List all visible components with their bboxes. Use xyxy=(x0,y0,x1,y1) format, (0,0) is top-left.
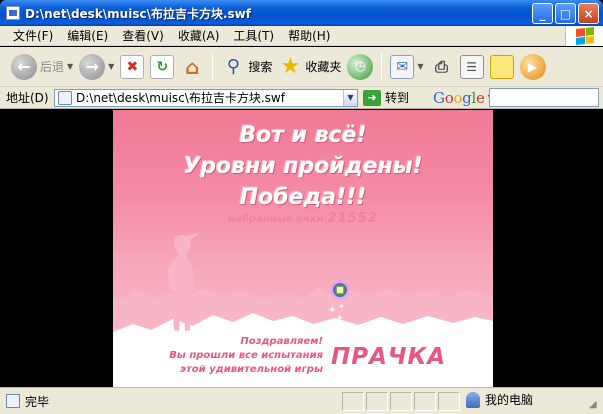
status-pane xyxy=(342,392,364,411)
google-letter: g xyxy=(462,88,472,107)
title-bar: D:\net\desk\muisc\布拉吉卡方块.swf _ □ × xyxy=(0,0,603,26)
flash-game[interactable]: ✦ ✦ ✦ Вот и всё! Уровни пройдены! Победа… xyxy=(113,110,493,387)
menu-file[interactable]: 文件(F) xyxy=(6,27,60,44)
back-arrow-icon: ← xyxy=(11,53,37,80)
minimize-button[interactable]: _ xyxy=(532,3,553,24)
congrats-line-2: Вы прошли все испытания xyxy=(169,350,323,361)
mail-button[interactable]: ✉ ▼ xyxy=(387,50,426,84)
forward-dropdown-icon[interactable]: ▼ xyxy=(108,62,114,71)
refresh-button[interactable]: ↻ xyxy=(147,50,177,84)
page-status-icon xyxy=(6,394,20,408)
menu-view[interactable]: 查看(V) xyxy=(115,27,171,44)
print-button[interactable]: ⎙ xyxy=(427,50,457,84)
score-value: 21552 xyxy=(327,211,378,226)
google-toolbar-logo[interactable]: Google ▼ xyxy=(433,88,494,107)
go-label: 转到 xyxy=(385,91,410,105)
media-play-icon: ▶ xyxy=(519,53,546,80)
score-display: набранные очки:21552 xyxy=(113,211,493,226)
home-button[interactable]: ⌂ xyxy=(177,50,207,84)
mail-icon: ✉ xyxy=(390,54,415,79)
page-icon xyxy=(58,90,72,105)
sticky-note-icon xyxy=(489,54,514,79)
favorites-button[interactable]: ★ 收藏夹 xyxy=(275,50,344,84)
search-button[interactable]: ⚲ 搜索 xyxy=(218,50,275,84)
status-pane xyxy=(414,392,436,411)
status-pane xyxy=(366,392,388,411)
resize-grip-icon[interactable]: ◢ xyxy=(589,400,601,412)
google-letter: G xyxy=(433,88,445,107)
orb-core xyxy=(335,285,345,295)
toolbar-separator xyxy=(212,52,214,81)
favorites-label: 收藏夹 xyxy=(305,60,342,74)
address-value: D:\net\desk\muisc\布拉吉卡方块.swf xyxy=(76,91,285,105)
status-panes xyxy=(342,392,460,411)
congrats-line-1: Поздравляем! xyxy=(240,336,323,347)
zone-text: 我的电脑 xyxy=(485,393,534,407)
back-label: 后退 xyxy=(40,60,65,74)
refresh-icon: ↻ xyxy=(150,54,175,79)
go-button[interactable]: ➜ 转到 xyxy=(363,89,409,106)
history-icon: ◷ xyxy=(347,53,374,80)
status-text: 完毕 xyxy=(25,394,50,409)
menu-favorites[interactable]: 收藏(A) xyxy=(171,27,227,44)
google-search-input[interactable] xyxy=(489,88,599,107)
edit-page-icon: ☰ xyxy=(459,54,484,79)
ie-page-icon xyxy=(6,6,20,20)
toolbar-separator xyxy=(381,52,383,81)
stop-button[interactable]: ✖ xyxy=(117,50,147,84)
window-controls: _ □ × xyxy=(532,3,599,24)
media-button[interactable]: ▶ xyxy=(517,50,549,84)
victory-line-2: Уровни пройдены! xyxy=(183,154,423,179)
address-input[interactable]: D:\net\desk\muisc\布拉吉卡方块.swf ▼ xyxy=(54,88,358,107)
mail-dropdown-icon[interactable]: ▼ xyxy=(417,62,423,71)
address-dropdown-icon[interactable]: ▼ xyxy=(343,89,357,106)
google-letter: o xyxy=(444,88,454,107)
forward-arrow-icon: → xyxy=(79,53,106,80)
google-letter: e xyxy=(475,88,485,107)
go-arrow-icon: ➜ xyxy=(363,89,381,106)
menu-help[interactable]: 帮助(H) xyxy=(281,27,337,44)
discuss-button[interactable] xyxy=(487,50,517,84)
address-bar: 地址(D) D:\net\desk\muisc\布拉吉卡方块.swf ▼ ➜ 转… xyxy=(0,87,603,109)
close-button[interactable]: × xyxy=(578,3,599,24)
address-label: 地址(D) xyxy=(6,91,49,105)
my-computer-icon xyxy=(466,391,480,408)
menu-tools[interactable]: 工具(T) xyxy=(226,27,281,44)
toolbar: ← 后退 ▼ → ▼ ✖ ↻ ⌂ ⚲ 搜索 ★ 收藏夹 ◷ ✉ ▼ ⎙ ☰ ▶ xyxy=(0,47,603,87)
forward-button[interactable]: → ▼ xyxy=(76,50,117,84)
favorites-star-icon: ★ xyxy=(280,54,301,79)
search-label: 搜索 xyxy=(248,60,273,74)
security-zone: 我的电脑 xyxy=(466,391,533,408)
windows-logo-icon xyxy=(565,26,603,46)
congrats-line-3: этой удивительной игры xyxy=(180,364,323,375)
window-title: D:\net\desk\muisc\布拉吉卡方块.swf xyxy=(25,6,251,21)
score-label: набранные очки: xyxy=(228,214,328,225)
sparkle: ✦ xyxy=(338,302,345,311)
back-button[interactable]: ← 后退 ▼ xyxy=(8,50,76,84)
status-pane xyxy=(438,392,460,411)
maximize-button[interactable]: □ xyxy=(555,3,576,24)
victory-line-3: Победа!!! xyxy=(239,185,367,210)
stop-icon: ✖ xyxy=(120,54,145,79)
back-dropdown-icon[interactable]: ▼ xyxy=(67,62,73,71)
victory-line-1: Вот и всё! xyxy=(239,123,367,148)
status-pane xyxy=(390,392,412,411)
sparkle: ✦ xyxy=(336,314,344,324)
edit-button[interactable]: ☰ xyxy=(457,50,487,84)
menu-bar: 文件(F) 编辑(E) 查看(V) 收藏(A) 工具(T) 帮助(H) xyxy=(0,26,603,46)
status-bar: 完毕 我的电脑 ◢ xyxy=(0,387,603,414)
printer-icon: ⎙ xyxy=(435,56,448,76)
menu-edit[interactable]: 编辑(E) xyxy=(60,27,115,44)
history-button[interactable]: ◷ xyxy=(344,50,376,84)
search-icon: ⚲ xyxy=(226,56,240,77)
brand-logo: ПРАЧКА xyxy=(331,344,447,370)
browser-content: ✦ ✦ ✦ Вот и всё! Уровни пройдены! Победа… xyxy=(0,110,603,387)
google-letter: o xyxy=(453,88,463,107)
home-icon: ⌂ xyxy=(185,54,200,79)
